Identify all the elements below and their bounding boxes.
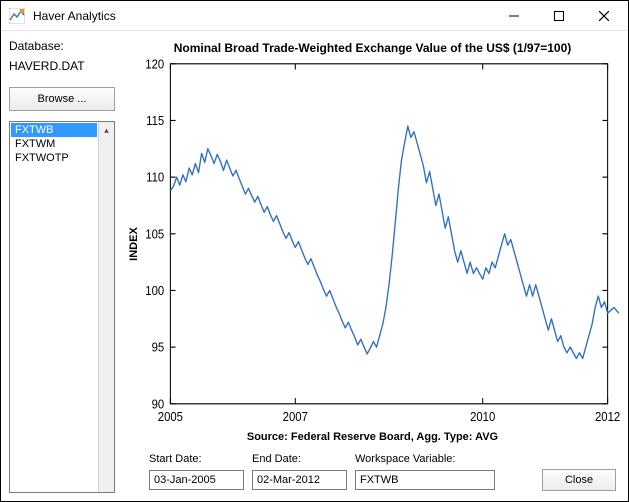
svg-text:2010: 2010 [470,409,496,424]
svg-text:2005: 2005 [158,409,184,424]
database-label: Database: [9,39,115,53]
scroll-up-icon[interactable]: ▴ [99,122,114,138]
form-row: Start Date: End Date: Workspace Variable… [125,451,620,493]
close-button[interactable]: Close [542,469,616,491]
close-window-button[interactable] [581,2,626,30]
chart-ylabel: INDEX [128,227,140,261]
svg-text:105: 105 [145,227,164,242]
content-area: Database: HAVERD.DAT Browse ... FXTWBFXT… [1,31,628,501]
workspace-var-input[interactable] [355,470,495,490]
end-date-label: End Date: [252,453,347,465]
end-date-input[interactable] [252,470,347,490]
chart-xlabel: Source: Federal Reserve Board, Agg. Type… [125,431,620,451]
svg-text:95: 95 [152,340,165,355]
titlebar: Haver Analytics [1,1,628,31]
list-item[interactable]: FXTWM [11,137,97,151]
left-panel: Database: HAVERD.DAT Browse ... FXTWBFXT… [9,37,115,493]
minimize-button[interactable] [491,2,536,30]
svg-text:120: 120 [145,57,164,71]
window-controls [491,2,626,30]
database-value: HAVERD.DAT [9,59,115,73]
list-item[interactable]: FXTWB [11,123,97,137]
svg-text:2007: 2007 [283,409,309,424]
listbox-scrollbar[interactable]: ▴ [98,122,114,492]
svg-text:115: 115 [146,113,164,128]
right-panel: Nominal Broad Trade-Weighted Exchange Va… [125,37,620,493]
list-item[interactable]: FXTWOTP [11,151,97,165]
series-listbox-container: FXTWBFXTWMFXTWOTP ▴ [9,121,115,493]
svg-text:100: 100 [145,283,164,298]
start-date-input[interactable] [149,470,244,490]
browse-button[interactable]: Browse ... [9,87,115,111]
window-title: Haver Analytics [33,9,491,23]
svg-text:110: 110 [146,170,164,185]
workspace-var-label: Workspace Variable: [355,453,495,465]
start-date-label: Start Date: [149,453,244,465]
chart-area: INDEX 9095100105110115120200520072010201… [125,57,620,431]
chart-title: Nominal Broad Trade-Weighted Exchange Va… [125,37,620,57]
app-icon [9,8,25,24]
chart-canvas: 90951001051101151202005200720102012 [125,57,620,431]
series-listbox[interactable]: FXTWBFXTWMFXTWOTP [10,122,98,492]
maximize-button[interactable] [536,2,581,30]
svg-text:2012: 2012 [595,409,620,424]
